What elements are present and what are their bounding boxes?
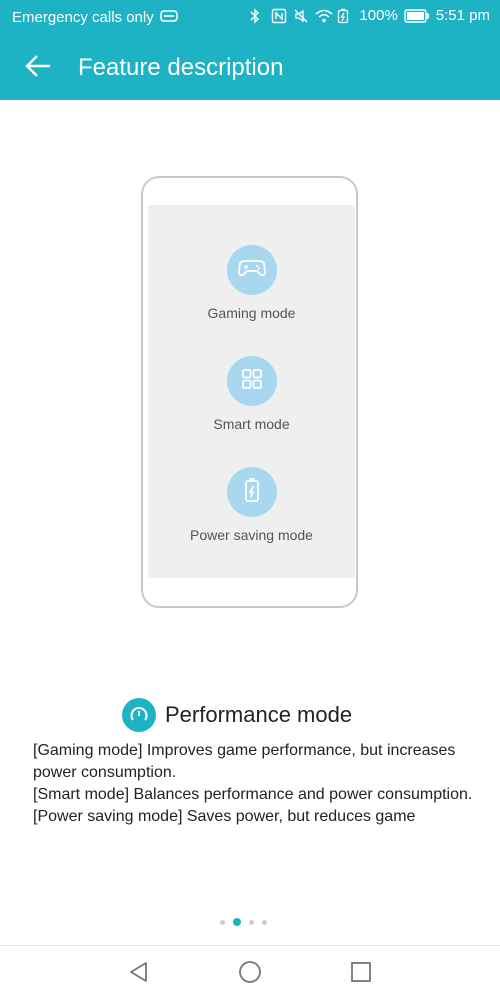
description-line-gaming: [Gaming mode] Improves game performance,… <box>33 742 456 781</box>
battery-icon <box>404 8 430 24</box>
status-right: 100% 5:51 pm <box>249 7 490 24</box>
navigation-bar <box>0 945 500 1000</box>
grid-icon <box>241 368 263 395</box>
phone-illustration: Gaming mode Smart mode Power saving mode <box>141 176 358 608</box>
page-dot[interactable] <box>249 919 254 925</box>
circle-home-icon <box>238 960 262 989</box>
back-arrow-icon <box>24 54 52 83</box>
app-bar: Feature description <box>0 36 500 100</box>
mode-label: Power saving mode <box>190 527 313 543</box>
status-left: Emergency calls only <box>12 9 178 26</box>
battery-icon <box>244 477 260 508</box>
status-bar: Emergency calls only 100% 5:51 pm <box>0 0 500 36</box>
sim-icon <box>159 9 178 26</box>
page-dot-active[interactable] <box>233 918 241 926</box>
mode-item-gaming: Gaming mode <box>148 245 355 321</box>
phone-screen: Gaming mode Smart mode Power saving mode <box>148 205 355 578</box>
back-button[interactable] <box>18 50 58 86</box>
description: [Gaming mode] Improves game performance,… <box>33 740 473 828</box>
nav-back-button[interactable] <box>125 960 153 988</box>
clock: 5:51 pm <box>435 7 490 24</box>
gamepad-icon <box>237 258 266 283</box>
nav-recents-button[interactable] <box>347 960 375 988</box>
speedometer-icon <box>122 698 156 732</box>
wifi-icon <box>315 8 333 24</box>
screen: Emergency calls only 100% 5:51 pm Featur… <box>0 0 500 1000</box>
mode-circle <box>226 245 277 295</box>
description-line-power-saving: [Power saving mode] Saves power, but red… <box>33 808 416 825</box>
triangle-back-icon <box>128 961 150 988</box>
mode-circle <box>226 356 277 406</box>
nfc-icon <box>271 8 287 24</box>
battery-percent: 100% <box>359 7 398 24</box>
square-recents-icon <box>350 961 372 988</box>
nav-home-button[interactable] <box>236 960 264 988</box>
page-title: Feature description <box>78 54 284 81</box>
page-indicator <box>220 918 267 926</box>
mute-icon <box>293 8 309 24</box>
mode-circle <box>226 467 277 517</box>
mode-label: Gaming mode <box>207 305 296 321</box>
section-title: Performance mode <box>165 702 353 727</box>
mode-label: Smart mode <box>213 416 290 432</box>
bluetooth-icon <box>249 7 265 24</box>
carrier-text: Emergency calls only <box>12 9 154 26</box>
battery-saver-icon <box>337 8 353 24</box>
description-line-smart: [Smart mode] Balances performance and po… <box>33 786 473 803</box>
page-dot[interactable] <box>262 919 267 925</box>
page-dot[interactable] <box>220 919 225 925</box>
section-header: Performance mode <box>122 698 352 732</box>
mode-item-power-saving: Power saving mode <box>148 467 355 543</box>
mode-item-smart: Smart mode <box>148 356 355 432</box>
